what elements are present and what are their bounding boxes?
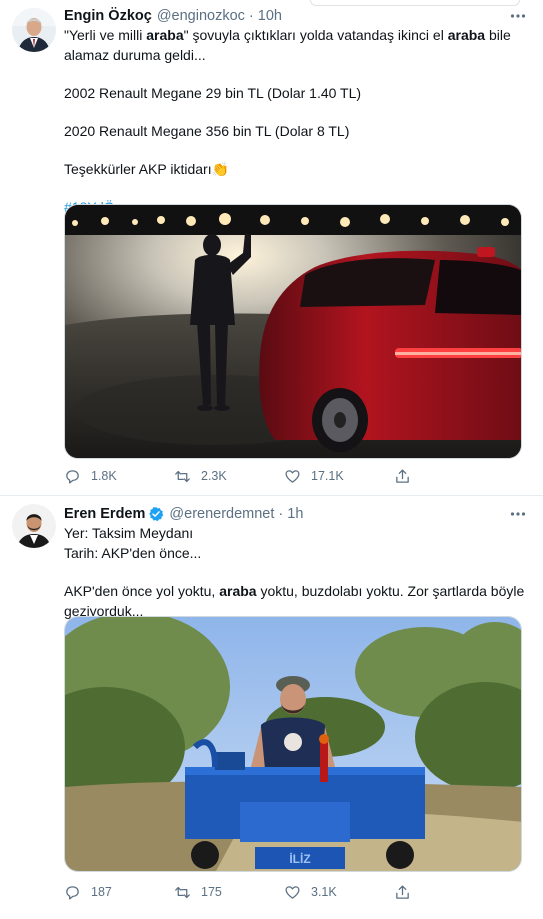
share-icon — [396, 884, 409, 899]
retweet-icon — [175, 886, 190, 898]
tweet-timestamp[interactable]: 10h — [258, 8, 282, 24]
avatar[interactable] — [12, 504, 56, 548]
tweet-actions: 187 175 3.1K — [64, 882, 464, 902]
tweet-timestamp[interactable]: 1h — [287, 506, 303, 522]
separator-dot: · — [248, 8, 254, 24]
tweet-line: Yer: Taksim Meydanı — [64, 525, 194, 541]
tweet-line: Tarih: AKP'den önce... — [64, 545, 202, 561]
tweet-text: "Yerli ve milli araba" şovuyla çıktıklar… — [64, 25, 525, 217]
share-icon — [396, 468, 409, 483]
reply-icon — [66, 469, 79, 484]
tweet-card[interactable]: Eren Erdem @erenerdemnet · 1h Yer: Taksi… — [0, 496, 543, 919]
like-count: 17.1K — [311, 469, 344, 483]
avatar[interactable] — [12, 8, 56, 52]
reply-button[interactable]: 1.8K — [64, 468, 174, 485]
tweet-actions: 1.8K 2.3K 17.1K — [64, 466, 464, 486]
tweet-paragraph: 2020 Renault Megane 356 bin TL (Dolar 8 … — [64, 123, 350, 139]
share-button[interactable] — [394, 884, 434, 901]
like-button[interactable]: 17.1K — [284, 468, 394, 485]
clapping-hands-emoji: 👏 — [211, 161, 230, 177]
retweet-button[interactable]: 175 — [174, 884, 284, 901]
more-icon[interactable] — [509, 505, 527, 523]
separator-dot: · — [278, 506, 284, 522]
tweet-photo[interactable]: İLİZ — [64, 616, 522, 872]
author-handle[interactable]: @erenerdemnet — [169, 506, 274, 522]
tweet-card[interactable]: Engin Özkoç @enginozkoc · 10h "Yerli ve … — [0, 0, 543, 496]
reply-button[interactable]: 187 — [64, 884, 174, 901]
like-count: 3.1K — [311, 885, 337, 899]
retweet-button[interactable]: 2.3K — [174, 468, 284, 485]
share-button[interactable] — [394, 468, 434, 485]
author-name[interactable]: Eren Erdem — [64, 506, 145, 522]
tweet-paragraph: Teşekkürler AKP iktidarı👏 — [64, 161, 230, 177]
tweet-paragraph: "Yerli ve milli araba" şovuyla çıktıklar… — [64, 27, 511, 63]
heart-icon — [285, 885, 300, 899]
retweet-count: 175 — [201, 885, 222, 899]
tweet-header: Engin Özkoç @enginozkoc · 10h — [64, 6, 503, 26]
tractor-plate-text: İLİZ — [289, 851, 310, 866]
reply-count: 1.8K — [91, 469, 117, 483]
retweet-count: 2.3K — [201, 469, 227, 483]
tweet-photo[interactable] — [64, 204, 522, 459]
heart-icon — [285, 469, 300, 483]
tweet-text: Yer: Taksim Meydanı Tarih: AKP'den önce.… — [64, 523, 525, 621]
tweet-header: Eren Erdem @erenerdemnet · 1h — [64, 504, 503, 524]
reply-icon — [66, 885, 79, 900]
verified-badge-icon — [148, 506, 164, 522]
more-icon[interactable] — [509, 7, 527, 25]
like-button[interactable]: 3.1K — [284, 884, 394, 901]
retweet-icon — [175, 470, 190, 482]
reply-count: 187 — [91, 885, 112, 899]
author-name[interactable]: Engin Özkoç — [64, 8, 152, 24]
author-handle[interactable]: @enginozkoc — [157, 8, 245, 24]
tweet-paragraph: AKP'den önce yol yoktu, araba yoktu, buz… — [64, 583, 525, 619]
tweet-paragraph: 2002 Renault Megane 29 bin TL (Dolar 1.4… — [64, 85, 362, 101]
